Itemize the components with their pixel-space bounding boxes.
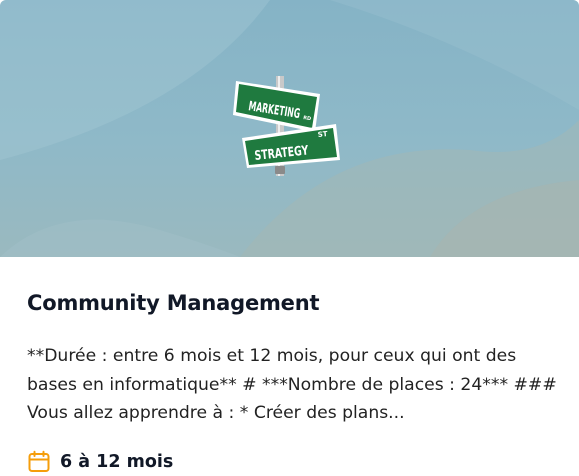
course-description: **Durée : entre 6 mois et 12 mois, pour … [27, 346, 557, 423]
card-body: Community Management **Durée : entre 6 m… [27, 288, 557, 428]
course-image[interactable]: MARKETING RD STRATEGY ST [0, 0, 579, 257]
course-card[interactable]: MARKETING RD STRATEGY ST Community Manag… [0, 0, 579, 476]
strategy-sign: STRATEGY ST [242, 124, 340, 168]
course-title[interactable]: Community Management [27, 288, 557, 318]
street-sign-illustration: MARKETING RD STRATEGY ST [0, 0, 579, 257]
duration-info: 6 à 12 mois [27, 450, 173, 474]
sign-bottom-suffix: ST [317, 130, 328, 139]
calendar-icon [28, 450, 50, 472]
duration-label: 6 à 12 mois [60, 452, 174, 472]
sign-top-suffix: RD [303, 115, 312, 122]
